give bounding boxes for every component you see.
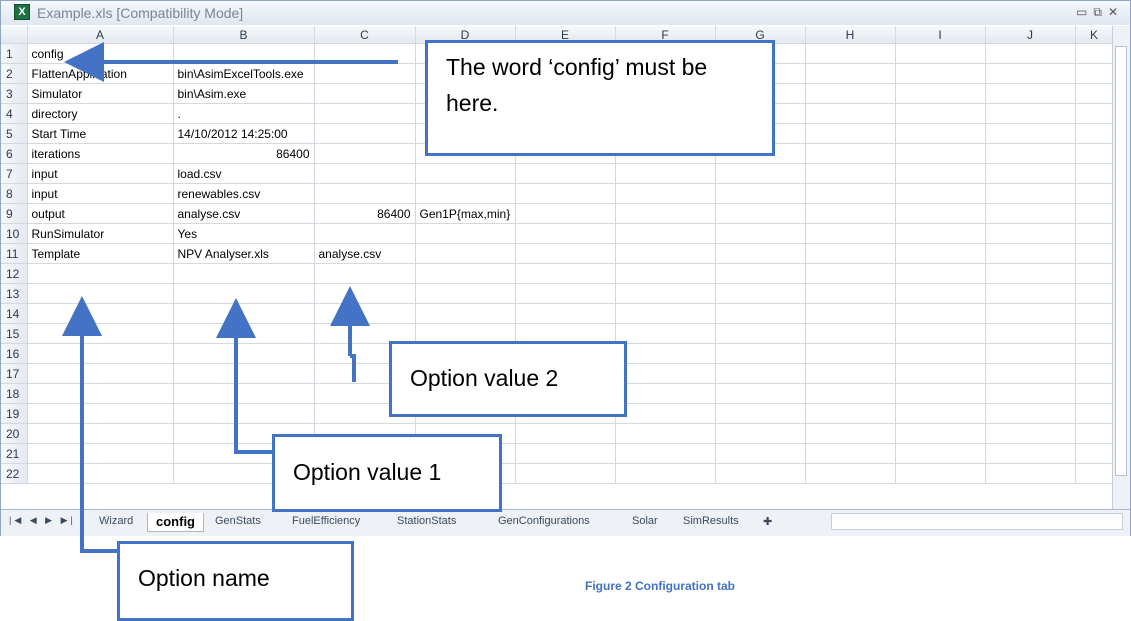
arrow-option-name [62, 296, 128, 553]
callout-option-value-1: Option value 1 [272, 434, 502, 512]
callout-config-here: The word ‘config’ must be here. [425, 40, 775, 156]
arrow-option-value-1 [216, 298, 272, 454]
callout-option-value-2: Option value 2 [389, 341, 627, 417]
callout-option-name: Option name [117, 541, 354, 621]
figure-caption: Figure 2 Configuration tab [585, 579, 735, 593]
arrow-option-value-2-shaft [350, 354, 356, 382]
